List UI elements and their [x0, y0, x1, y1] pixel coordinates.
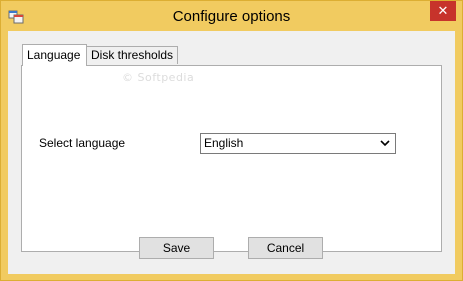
save-button[interactable]: Save: [139, 237, 214, 259]
tab-disk-thresholds[interactable]: Disk thresholds: [86, 46, 178, 64]
window-title: Configure options: [172, 8, 291, 25]
cancel-button[interactable]: Cancel: [248, 237, 323, 259]
close-button[interactable]: ✕: [430, 1, 456, 21]
tab-panel-language: © Softpedia Select language English: [21, 65, 442, 252]
client-area: Language Disk thresholds © Softpedia Sel…: [8, 31, 455, 274]
dialog-window: Configure options ✕ Language Disk thresh…: [0, 0, 463, 281]
watermark: © Softpedia: [122, 71, 195, 84]
tab-language[interactable]: Language: [22, 44, 87, 66]
title-bar[interactable]: Configure options ✕: [1, 1, 462, 31]
language-select-value: English: [204, 136, 244, 150]
language-select[interactable]: English: [200, 133, 396, 154]
close-icon: ✕: [437, 3, 449, 18]
select-language-label: Select language: [39, 136, 126, 150]
chevron-down-icon: [380, 140, 390, 147]
